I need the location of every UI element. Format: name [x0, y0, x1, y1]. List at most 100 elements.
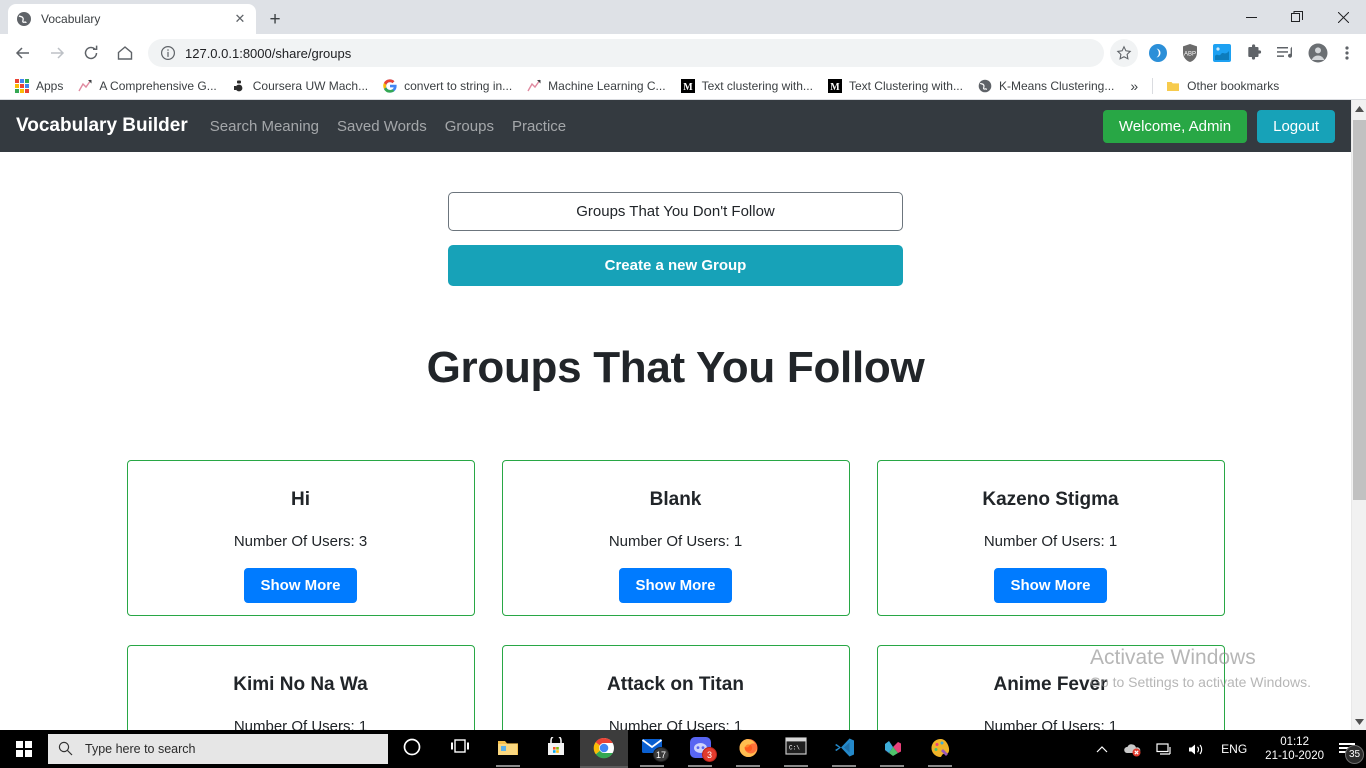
taskbar-search-input[interactable]: Type here to search [48, 734, 388, 764]
visual-studio-code-icon[interactable] [820, 730, 868, 768]
close-icon[interactable]: ✕ [232, 11, 248, 27]
group-card[interactable]: Kazeno Stigma Number Of Users: 1 Show Mo… [876, 460, 1225, 616]
site-nav-links: Search Meaning Saved Words Groups Practi… [210, 118, 1103, 135]
home-icon[interactable] [110, 38, 140, 68]
bookmark-item-1[interactable]: Coursera UW Mach... [225, 75, 374, 97]
task-view-icon[interactable] [436, 730, 484, 768]
bookmarks-overflow-button[interactable]: » [1122, 78, 1146, 94]
bookmarks-bar: Apps A Comprehensive G... Coursera UW Ma… [0, 72, 1366, 100]
network-icon[interactable] [1149, 730, 1180, 768]
group-name: Hi [291, 489, 310, 510]
scroll-down-icon[interactable] [1352, 713, 1366, 730]
bookmark-apps[interactable]: Apps [8, 75, 69, 97]
logout-button[interactable]: Logout [1257, 109, 1335, 143]
microsoft-store-icon[interactable] [532, 730, 580, 768]
trending-chart-icon [526, 78, 542, 94]
page-scrollbar[interactable] [1351, 100, 1366, 730]
volume-icon[interactable] [1180, 730, 1212, 768]
blue-map-extension-icon[interactable] [1209, 40, 1235, 66]
search-icon [58, 741, 74, 757]
bookmark-item-6[interactable]: K-Means Clustering... [971, 75, 1120, 97]
create-group-button[interactable]: Create a new Group [448, 245, 903, 286]
bookmark-item-5[interactable]: M Text Clustering with... [821, 75, 969, 97]
show-more-button[interactable]: Show More [244, 568, 357, 603]
star-icon[interactable] [1110, 39, 1138, 67]
group-card[interactable]: Hi Number Of Users: 3 Show More [126, 460, 475, 616]
nav-link-saved-words[interactable]: Saved Words [337, 118, 427, 135]
playlist-music-icon[interactable] [1273, 40, 1299, 66]
minimize-icon[interactable] [1228, 0, 1274, 34]
bookmark-label: Coursera UW Mach... [252, 78, 369, 93]
bookmark-item-0[interactable]: A Comprehensive G... [71, 75, 222, 97]
shield-adblock-icon[interactable]: ABP [1177, 40, 1203, 66]
groups-not-followed-button[interactable]: Groups That You Don't Follow [448, 192, 903, 231]
tray-chevron-up-icon[interactable] [1089, 730, 1115, 768]
scrollbar-thumb[interactable] [1353, 120, 1366, 500]
kebab-menu-icon[interactable] [1334, 40, 1360, 66]
other-bookmarks-folder[interactable]: Other bookmarks [1159, 75, 1285, 97]
url-text: 127.0.0.1:8000/share/groups [185, 45, 352, 61]
paint-3d-icon[interactable] [916, 730, 964, 768]
google-g-icon [382, 78, 398, 94]
tray-clock[interactable]: 01:12 21-10-2020 [1256, 735, 1333, 763]
windows-start-icon[interactable] [0, 730, 48, 768]
group-card[interactable]: Kimi No Na Wa Number Of Users: 1 Show Mo… [126, 645, 475, 730]
firefox-icon[interactable] [724, 730, 772, 768]
discord-icon[interactable]: 3 [676, 730, 724, 768]
command-prompt-icon[interactable]: C:\ [772, 730, 820, 768]
moon-extension-icon[interactable] [1145, 40, 1171, 66]
page-content: Groups That You Don't Follow Create a ne… [0, 152, 1351, 730]
welcome-admin-button[interactable]: Welcome, Admin [1102, 109, 1248, 143]
notification-count-badge: 35 [1345, 745, 1364, 764]
profile-avatar-icon[interactable] [1305, 40, 1331, 66]
group-name: Attack on Titan [607, 674, 744, 695]
puzzle-extensions-icon[interactable] [1241, 40, 1267, 66]
group-user-count: Number Of Users: 1 [608, 718, 743, 730]
apps-grid-icon [14, 78, 30, 94]
cortana-icon[interactable] [388, 730, 436, 768]
group-card[interactable]: Anime Fever Number Of Users: 1 Show More [876, 645, 1225, 730]
bookmark-item-4[interactable]: M Text clustering with... [674, 75, 819, 97]
tray-language[interactable]: ENG [1212, 742, 1256, 756]
visual-studio-icon[interactable] [868, 730, 916, 768]
site-brand[interactable]: Vocabulary Builder [16, 115, 188, 137]
bookmark-label: Other bookmarks [1187, 78, 1280, 93]
action-center-icon[interactable]: 35 [1333, 730, 1366, 768]
group-card[interactable]: Attack on Titan Number Of Users: 1 Show … [501, 645, 850, 730]
bookmark-item-3[interactable]: Machine Learning C... [520, 75, 671, 97]
bookmark-item-2[interactable]: convert to string in... [376, 75, 518, 97]
window-controls [1228, 0, 1366, 34]
group-user-count: Number Of Users: 1 [233, 718, 368, 730]
nav-link-practice[interactable]: Practice [512, 118, 566, 135]
search-placeholder: Type here to search [85, 742, 196, 756]
bookmark-label: Text clustering with... [701, 78, 813, 93]
chrome-browser-window: Vocabulary ✕ + 127.0.0.1:8000/share/grou… [0, 0, 1366, 730]
reload-icon[interactable] [76, 38, 106, 68]
show-more-button[interactable]: Show More [619, 568, 732, 603]
back-button[interactable] [8, 38, 38, 68]
new-tab-button[interactable]: + [262, 8, 288, 34]
group-user-count: Number Of Users: 1 [983, 533, 1118, 550]
google-chrome-icon[interactable] [580, 730, 628, 768]
medium-m-icon: M [680, 78, 696, 94]
page-viewport: Vocabulary Builder Search Meaning Saved … [0, 100, 1366, 730]
show-more-button[interactable]: Show More [994, 568, 1107, 603]
file-explorer-icon[interactable] [484, 730, 532, 768]
close-icon[interactable] [1320, 0, 1366, 34]
web-page: Vocabulary Builder Search Meaning Saved … [0, 100, 1351, 730]
nav-link-search-meaning[interactable]: Search Meaning [210, 118, 319, 135]
onedrive-error-icon[interactable] [1115, 730, 1149, 768]
nav-link-groups[interactable]: Groups [445, 118, 494, 135]
mail-icon[interactable]: 17 [628, 730, 676, 768]
browser-tab[interactable]: Vocabulary ✕ [8, 4, 256, 34]
trending-chart-icon [77, 78, 93, 94]
bookmark-label: K-Means Clustering... [998, 78, 1115, 93]
group-card[interactable]: Blank Number Of Users: 1 Show More [501, 460, 850, 616]
bookmark-label: Apps [36, 78, 64, 93]
tray-time: 01:12 [1280, 736, 1309, 748]
maximize-icon[interactable] [1274, 0, 1320, 34]
address-bar[interactable]: 127.0.0.1:8000/share/groups [148, 39, 1104, 67]
info-circle-icon[interactable] [160, 45, 176, 61]
scroll-up-icon[interactable] [1352, 100, 1366, 117]
forward-button[interactable] [42, 38, 72, 68]
